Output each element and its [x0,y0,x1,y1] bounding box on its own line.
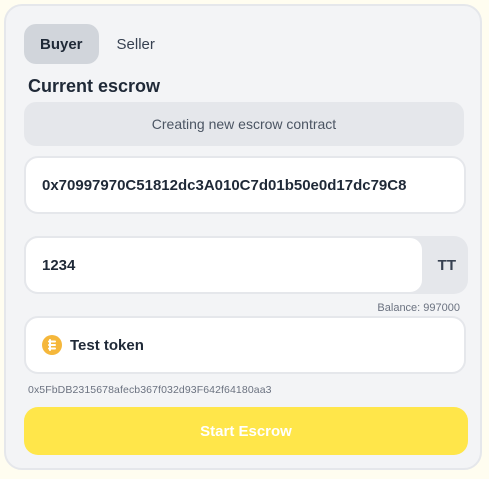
role-tabs: Buyer Seller [24,24,171,64]
section-title: Current escrow [28,76,161,96]
balance-label: Balance: 997000 [377,302,460,314]
escrow-card: Buyer Seller Current escrow Creating new… [4,4,482,470]
start-escrow-button[interactable]: Start Escrow [24,407,468,455]
tab-buyer[interactable]: Buyer [24,24,99,64]
amount-unit: TT [437,256,456,274]
token-name: Test token [70,336,144,354]
token-select[interactable]: Test token [24,316,466,374]
amount-input[interactable] [24,236,424,294]
seller-address-input[interactable] [26,158,464,212]
escrow-status: Creating new escrow contract [24,102,464,146]
token-coin-icon [42,335,62,355]
seller-address-field[interactable] [24,156,466,214]
token-address: 0x5FbDB2315678afecb367f032d93F642f64180a… [28,384,272,396]
tab-seller[interactable]: Seller [101,24,171,64]
amount-group: TT [24,236,468,294]
